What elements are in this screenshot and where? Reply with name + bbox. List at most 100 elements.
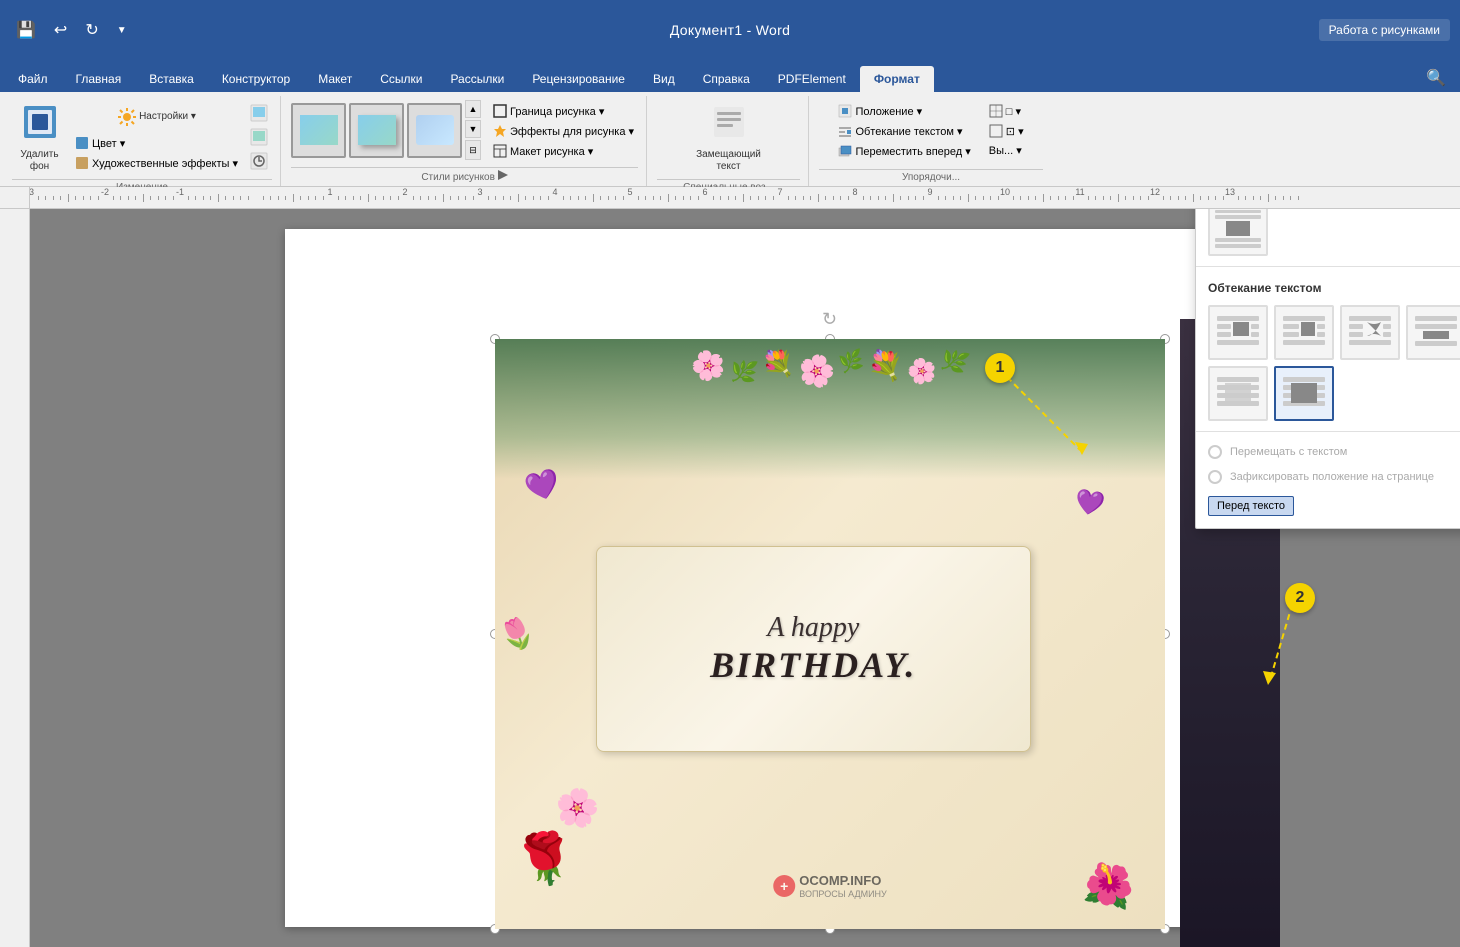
ribbon-content: Удалитьфон Н (0, 92, 1460, 187)
compress-pictures-button[interactable] (246, 102, 272, 124)
art-effects-button[interactable]: Художественные эффекты ▾ (71, 154, 242, 172)
restore-picture-button[interactable] (246, 150, 272, 172)
move-with-text-row: Перемещать с текстом ⓘ (1196, 438, 1460, 466)
wrap-top-bottom-button[interactable] (1406, 305, 1460, 360)
save-button[interactable]: 💾 (10, 16, 42, 44)
redo-button[interactable]: ↻ (79, 16, 104, 44)
tab-insert[interactable]: Вставка (135, 66, 208, 92)
placeholder-label: Замещающийтекст (696, 149, 761, 173)
pic-style-1[interactable] (291, 103, 346, 158)
vertical-ruler (0, 209, 30, 947)
tab-home[interactable]: Главная (62, 66, 136, 92)
extra-arrange-3[interactable]: Вы... ▾ (985, 142, 1028, 159)
ribbon-group-arrange-label: Упорядочи... (819, 169, 1043, 186)
fix-position-radio[interactable] (1208, 470, 1222, 484)
tab-mailings[interactable]: Рассылки (436, 66, 518, 92)
inline-text-option[interactable] (1208, 209, 1268, 256)
wrap-behind-button[interactable] (1208, 366, 1268, 421)
frame-icon (989, 104, 1003, 118)
styles-expand[interactable]: ⊟ (465, 140, 481, 160)
tab-links[interactable]: Ссылки (366, 66, 436, 92)
watermark: + OCOMP.info ВОПРОСЫ АДМИНУ (773, 873, 887, 899)
placeholder-text-button[interactable]: Замещающийтекст (690, 100, 767, 177)
wrap-behind-icon (1215, 375, 1261, 413)
picture-settings-button[interactable]: Настройки ▾ (71, 102, 242, 132)
picture-effects-button[interactable]: Эффекты для рисунка ▾ (489, 122, 638, 140)
remove-bg-icon (22, 104, 58, 147)
position-icon (838, 104, 852, 118)
wrap-infront-button[interactable] (1274, 366, 1334, 421)
tab-file[interactable]: Файл (4, 66, 62, 92)
tab-constructor[interactable]: Конструктор (208, 66, 304, 92)
ribbon-group-picture-styles: ▲ ▼ ⊟ Граница рисунка ▾ Эффекты для рису… (283, 96, 647, 186)
tab-layout[interactable]: Макет (304, 66, 366, 92)
wrap-tight-button[interactable] (1274, 305, 1334, 360)
picture-layout-button[interactable]: Макет рисунка ▾ (489, 142, 638, 160)
tab-help[interactable]: Справка (689, 66, 764, 92)
special-content: Замещающийтекст (690, 96, 767, 177)
picture-border-button[interactable]: Граница рисунка ▾ (489, 102, 638, 120)
title-bar: 💾 ↩ ↻ ▼ Документ1 - Word Работа с рисунк… (0, 0, 1460, 60)
birthday-text-banner: A happy BIRTHDAY. (596, 546, 1032, 753)
ribbon-tab-bar: Файл Главная Вставка Конструктор Макет С… (0, 60, 1460, 92)
tab-format[interactable]: Формат (860, 66, 934, 92)
layout-panel: Параметры разметки × В тексте (1195, 209, 1460, 529)
wrap-top-bottom-icon (1413, 314, 1459, 352)
position-buttons-area: Перед тексто (1196, 492, 1460, 520)
undo-button[interactable]: ↩ (48, 16, 73, 44)
ribbon-group-arrange: Положение ▾ Обтекание текстом ▾ (811, 96, 1051, 186)
remove-background-button[interactable]: Удалитьфон (12, 100, 67, 177)
arrange-col-2: □ ▾ ⊡ ▾ Вы... ▾ (985, 100, 1028, 159)
sun-icon (117, 107, 137, 127)
extra-arrange-2[interactable]: ⊡ ▾ (985, 122, 1028, 140)
styles-scroll-up[interactable]: ▲ (465, 100, 481, 118)
bring-icon (989, 124, 1003, 138)
ribbon-group-styles-label: Стили рисунков (291, 167, 638, 186)
placeholder-icon (711, 104, 747, 147)
document-title: Документ1 - Word (670, 22, 790, 38)
context-tab-label: Работа с рисунками (1319, 19, 1450, 41)
position-button[interactable]: Положение ▾ (834, 102, 974, 120)
layout-icon (493, 144, 507, 158)
wrap-square-button[interactable] (1208, 305, 1268, 360)
compress-icon (250, 104, 268, 122)
text-wrap-button[interactable]: Обтекание текстом ▾ (834, 122, 974, 140)
text-wrap-icon (838, 124, 852, 138)
art-effects-icon (75, 156, 89, 170)
rotate-handle[interactable]: ↻ (822, 309, 838, 325)
wrap-through-icon (1347, 314, 1393, 352)
tab-view[interactable]: Вид (639, 66, 689, 92)
move-with-text-label: Перемещать с текстом (1230, 446, 1347, 458)
birthday-text: BIRTHDAY. (710, 644, 916, 686)
change-col-2 (246, 100, 272, 172)
fix-position-row: Зафиксировать положение на странице (1196, 466, 1460, 488)
picture-style-options: Граница рисунка ▾ Эффекты для рисунка ▾ … (489, 100, 638, 160)
wrap-section-label: Обтекание текстом (1196, 273, 1460, 301)
change-picture-button[interactable] (246, 126, 272, 148)
search-button[interactable]: 🔍 (1416, 64, 1456, 92)
selected-image-container[interactable]: ↻ 🌸 🌿 (495, 339, 1165, 929)
tab-pdfelement[interactable]: PDFElement (764, 66, 860, 92)
pic-style-2[interactable] (349, 103, 404, 158)
watermark-icon: + (773, 875, 795, 897)
tab-review[interactable]: Рецензирование (518, 66, 639, 92)
inline-icon (1215, 210, 1261, 248)
styles-scroll-down[interactable]: ▼ (465, 120, 481, 138)
move-with-text-radio[interactable] (1208, 445, 1222, 459)
wrap-tight-icon (1281, 314, 1327, 352)
extra-arrange-1[interactable]: □ ▾ (985, 102, 1028, 120)
color-icon (75, 136, 89, 150)
color-button[interactable]: Цвет ▾ (71, 134, 242, 152)
settings-label: Настройки ▾ (139, 111, 196, 123)
wrap-through-button[interactable] (1340, 305, 1400, 360)
titlebar-left-controls: 💾 ↩ ↻ ▼ (10, 16, 133, 44)
quick-access-dropdown[interactable]: ▼ (111, 21, 133, 40)
border-icon (493, 104, 507, 118)
picture-styles-content: ▲ ▼ ⊟ Граница рисунка ▾ Эффекты для рису… (291, 96, 638, 165)
pic-style-3[interactable] (407, 103, 462, 158)
move-forward-button[interactable]: Переместить вперед ▾ (834, 142, 974, 160)
panel-divider-2 (1196, 431, 1460, 432)
wrap-options-area (1196, 301, 1460, 425)
ribbon-group-change: Удалитьфон Н (4, 96, 281, 186)
position-before-text-button[interactable]: Перед тексто (1208, 496, 1294, 516)
